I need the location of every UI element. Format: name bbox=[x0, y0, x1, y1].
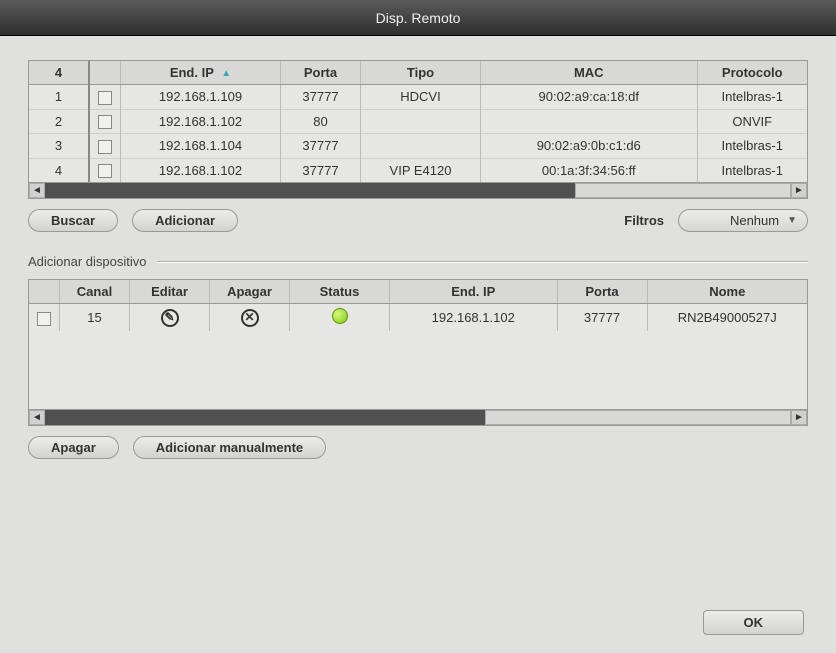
window-titlebar: Disp. Remoto bbox=[0, 0, 836, 36]
table-empty-area bbox=[29, 331, 807, 409]
row-checkbox[interactable] bbox=[37, 312, 51, 326]
filters-dropdown-value: Nenhum bbox=[730, 213, 779, 228]
window-title: Disp. Remoto bbox=[376, 10, 461, 26]
col-delete[interactable]: Apagar bbox=[210, 280, 290, 304]
col-checkbox bbox=[89, 61, 121, 85]
ok-button[interactable]: OK bbox=[703, 610, 805, 635]
row-checkbox[interactable] bbox=[98, 140, 112, 154]
col-ip[interactable]: End. IP ▲ bbox=[121, 61, 281, 85]
scroll-thumb[interactable] bbox=[575, 183, 791, 198]
table-row[interactable]: 4 192.168.1.102 37777 VIP E4120 00:1a:3f… bbox=[29, 158, 807, 182]
add-button[interactable]: Adicionar bbox=[132, 209, 238, 232]
row-checkbox[interactable] bbox=[98, 164, 112, 178]
table-row[interactable]: 3 192.168.1.104 37777 90:02:a9:0b:c1:d6 … bbox=[29, 134, 807, 159]
discovered-devices-table: 4 End. IP ▲ Porta Tipo MAC Protocolo 1 1 bbox=[28, 60, 808, 199]
filters-dropdown[interactable]: Nenhum ▼ bbox=[678, 209, 808, 232]
col-port[interactable]: Porta bbox=[557, 280, 647, 304]
col-count: 4 bbox=[29, 61, 89, 85]
horizontal-scrollbar[interactable]: ◄ ► bbox=[29, 409, 807, 425]
col-ip[interactable]: End. IP bbox=[390, 280, 558, 304]
table-row[interactable]: 15 ✎ ✕ 192.168.1.102 37777 RN2B49000527J bbox=[29, 304, 807, 332]
scroll-thumb[interactable] bbox=[485, 410, 791, 425]
scroll-left-icon[interactable]: ◄ bbox=[29, 183, 45, 198]
added-devices-table: Canal Editar Apagar Status End. IP Porta… bbox=[28, 279, 808, 426]
row-checkbox[interactable] bbox=[98, 115, 112, 129]
table-row[interactable]: 2 192.168.1.102 80 ONVIF bbox=[29, 109, 807, 134]
col-port[interactable]: Porta bbox=[281, 61, 361, 85]
col-status[interactable]: Status bbox=[290, 280, 390, 304]
scroll-track[interactable] bbox=[45, 183, 791, 198]
scroll-right-icon[interactable]: ► bbox=[791, 410, 807, 425]
status-online-icon bbox=[332, 308, 348, 324]
scroll-right-icon[interactable]: ► bbox=[791, 183, 807, 198]
chevron-down-icon: ▼ bbox=[787, 215, 797, 226]
scroll-track[interactable] bbox=[45, 410, 791, 425]
filters-label: Filtros bbox=[624, 213, 664, 228]
col-type[interactable]: Tipo bbox=[361, 61, 481, 85]
sort-asc-icon: ▲ bbox=[221, 68, 231, 79]
row-checkbox[interactable] bbox=[98, 91, 112, 105]
table-row[interactable]: 1 192.168.1.109 37777 HDCVI 90:02:a9:ca:… bbox=[29, 85, 807, 110]
search-button[interactable]: Buscar bbox=[28, 209, 118, 232]
col-name[interactable]: Nome bbox=[647, 280, 807, 304]
delete-icon[interactable]: ✕ bbox=[241, 309, 259, 327]
col-mac[interactable]: MAC bbox=[481, 61, 698, 85]
col-checkbox bbox=[29, 280, 60, 304]
horizontal-scrollbar[interactable]: ◄ ► bbox=[29, 182, 807, 198]
add-manually-button[interactable]: Adicionar manualmente bbox=[133, 436, 326, 459]
section-title: Adicionar dispositivo bbox=[28, 254, 808, 269]
edit-icon[interactable]: ✎ bbox=[161, 309, 179, 327]
delete-button[interactable]: Apagar bbox=[28, 436, 119, 459]
col-edit[interactable]: Editar bbox=[130, 280, 210, 304]
col-channel[interactable]: Canal bbox=[60, 280, 130, 304]
scroll-left-icon[interactable]: ◄ bbox=[29, 410, 45, 425]
col-protocol[interactable]: Protocolo bbox=[697, 61, 807, 85]
